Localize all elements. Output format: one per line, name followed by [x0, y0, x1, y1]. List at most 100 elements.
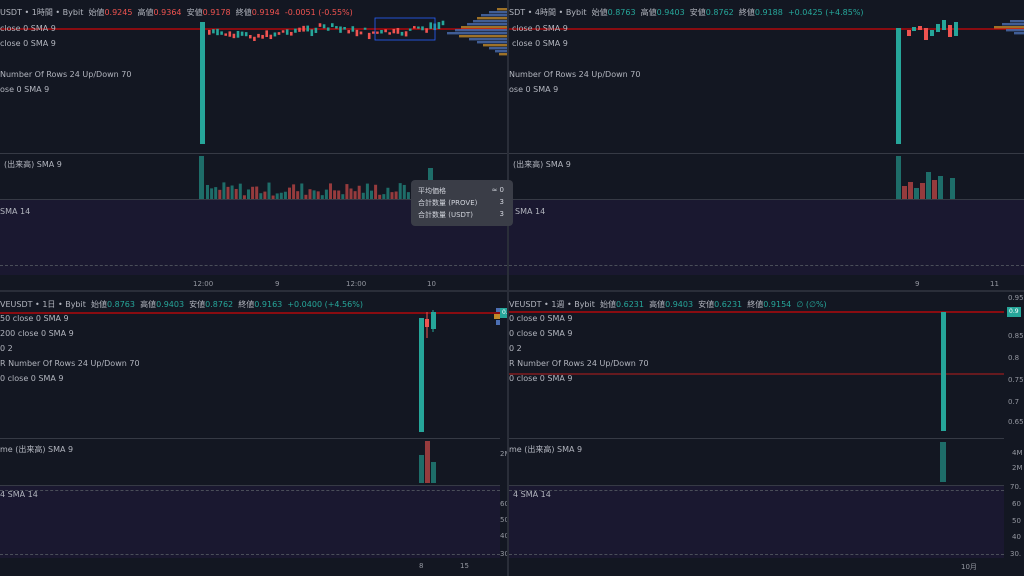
candle [200, 22, 205, 144]
pane-divider-horizontal[interactable] [0, 290, 1024, 292]
open-value: 0.8763 [106, 300, 135, 309]
chart-pane-4h[interactable]: SDT • 4時間 • Bybit 始値0.8763 高値0.9403 安値0.… [509, 0, 1024, 290]
change-value: +0.0425 (+4.85%) [787, 8, 864, 17]
volume-profile [447, 8, 507, 56]
open-value: 0.8763 [607, 8, 636, 17]
indicator-label[interactable]: 200 close 0 SMA 9 [0, 329, 74, 339]
volume-bar [345, 184, 349, 200]
volume-bar [329, 183, 332, 200]
indicator-label[interactable]: Number Of Rows 24 Up/Down 70 [509, 70, 640, 80]
indicator-label[interactable]: 0 close 0 SMA 9 [509, 314, 573, 324]
vp-bar [447, 32, 507, 35]
volume-label[interactable]: me (出来高) SMA 9 [509, 445, 582, 455]
volume-label[interactable]: me (出来高) SMA 9 [0, 445, 73, 455]
vp-bar [1006, 29, 1024, 32]
candle [253, 36, 256, 42]
open-label: 始値 [599, 300, 616, 309]
candle [322, 24, 326, 29]
tooltip-row: 合計数量 (USDT) 3 [418, 210, 510, 220]
low-label: 安値 [186, 8, 203, 17]
vp-bar [499, 53, 507, 56]
open-value: 0.6231 [615, 300, 644, 309]
indicator-label[interactable]: 0 2 [0, 344, 13, 354]
candle [310, 29, 314, 37]
indicator-label[interactable]: close 0 SMA 9 [0, 24, 56, 34]
price-axis-tick: 0.65 [1008, 418, 1024, 426]
volume-label[interactable]: (出来高) SMA 9 [513, 160, 571, 170]
pane-separator[interactable] [0, 438, 500, 439]
vp-bar [461, 26, 507, 29]
rsi-axis-tick: 40 [1012, 533, 1021, 541]
low-label: 安値 [189, 300, 206, 309]
indicator-label[interactable]: 0 close 0 SMA 9 [509, 374, 573, 384]
candle [351, 26, 355, 32]
rsi-label[interactable]: 4 SMA 14 [513, 490, 551, 500]
indicator-label[interactable]: 0 close 0 SMA 9 [0, 374, 64, 384]
indicator-label[interactable]: R Number Of Rows 24 Up/Down 70 [509, 359, 649, 369]
rsi-label[interactable]: SMA 14 [515, 207, 545, 217]
high-label: 高値 [137, 8, 154, 17]
candle [244, 32, 248, 37]
high-value: 0.9364 [153, 8, 182, 17]
pane-separator[interactable] [509, 438, 1004, 439]
candle [429, 22, 432, 29]
vp-bar [1010, 20, 1024, 23]
low-label: 安値 [689, 8, 706, 17]
candle [339, 26, 342, 33]
pane-separator[interactable] [0, 153, 507, 154]
vp-bar [994, 26, 1024, 29]
volume-bar [425, 441, 430, 483]
candle [896, 28, 901, 144]
chart-pane-1w[interactable]: VEUSDT • 1週 • Bybit 始値0.6231 高値0.9403 安値… [509, 292, 1024, 576]
volume-label[interactable]: (出来高) SMA 9 [4, 160, 62, 170]
indicator-label[interactable]: close 0 SMA 9 [512, 24, 568, 34]
price-axis-tick: 0.8 [1008, 354, 1020, 362]
time-tick: 11 [990, 280, 999, 288]
close-label: 終値 [235, 8, 252, 17]
change-value: ∅ (∅%) [796, 300, 827, 309]
volume-bar [365, 183, 369, 200]
rsi-label[interactable]: SMA 14 [0, 207, 30, 217]
pane-divider-vertical[interactable] [507, 0, 509, 576]
rsi-label[interactable]: 4 SMA 14 [0, 490, 38, 500]
open-label: 始値 [90, 300, 107, 309]
indicator-label[interactable]: R Number Of Rows 24 Up/Down 70 [0, 359, 140, 369]
rsi-lower-band [0, 554, 500, 555]
volume-bar [940, 442, 946, 482]
indicator-label[interactable]: ose 0 SMA 9 [0, 85, 49, 95]
candle [298, 27, 301, 32]
candle [220, 31, 223, 35]
indicator-label[interactable]: close 0 SMA 9 [512, 39, 568, 49]
volume-profile-tooltip: 平均価格 ≈ 0 合計数量 (PROVE) 3 合計数量 (USDT) 3 [411, 180, 513, 226]
candle [388, 32, 391, 35]
chart-pane-1d[interactable]: VEUSDT • 1日 • Bybit 始値0.8763 高値0.9403 安値… [0, 292, 507, 576]
rsi-axis-tick: 70. [1010, 483, 1022, 491]
indicator-label[interactable]: Number Of Rows 24 Up/Down 70 [0, 70, 131, 80]
open-label: 始値 [591, 8, 608, 17]
indicator-label[interactable]: close 0 SMA 9 [0, 39, 56, 49]
candle [216, 28, 219, 36]
vp-bar [483, 44, 507, 47]
candle [954, 22, 958, 36]
rsi-axis-tick: 50 [500, 516, 507, 524]
pane-separator[interactable] [509, 153, 1024, 154]
tooltip-label: 合計数量 (USDT) [418, 211, 473, 219]
volume-bar [267, 182, 271, 200]
indicator-label[interactable]: 50 close 0 SMA 9 [0, 314, 69, 324]
symbol-header: SDT • 4時間 • Bybit 始値0.8763 高値0.9403 安値0.… [509, 8, 864, 18]
vp-bar [473, 20, 507, 23]
volume-bar [932, 180, 937, 200]
close-value: 0.9194 [251, 8, 280, 17]
candle [396, 27, 400, 34]
candle [384, 29, 387, 33]
indicator-label[interactable]: ose 0 SMA 9 [509, 85, 558, 95]
candle [318, 23, 322, 27]
candle [331, 23, 334, 28]
chart-pane-1h[interactable]: USDT • 1時間 • Bybit 始値0.9245 高値0.9364 安値0… [0, 0, 507, 290]
indicator-label[interactable]: 0 2 [509, 344, 522, 354]
indicator-label[interactable]: 0 close 0 SMA 9 [509, 329, 573, 339]
volume-bar [950, 178, 955, 200]
vp-bar [477, 41, 507, 44]
candle [347, 30, 350, 34]
volume-axis-tick: 2M [500, 450, 507, 458]
